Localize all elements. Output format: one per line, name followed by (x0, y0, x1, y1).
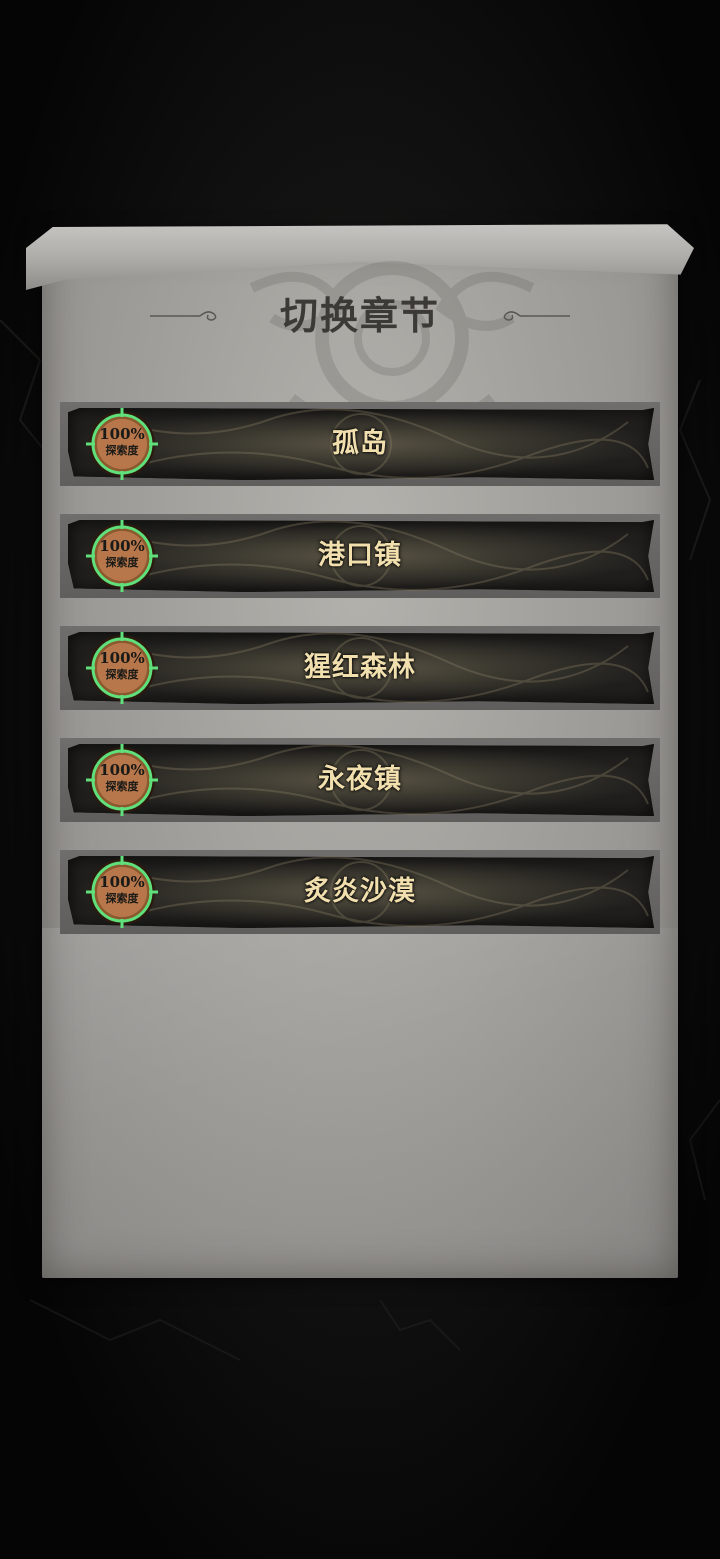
chapter-list: 100% 探索度 孤岛 100% 探索度 港口镇 100% 探索度 猩红森林 1… (60, 400, 660, 940)
exploration-label: 探索度 (105, 780, 139, 793)
chapter-item-2[interactable]: 100% 探索度 港口镇 (60, 514, 660, 598)
chapter-item-4[interactable]: 100% 探索度 永夜镇 (60, 738, 660, 822)
chapter-item-1[interactable]: 100% 探索度 孤岛 (60, 402, 660, 486)
exploration-percent: 100% (99, 761, 145, 779)
chapter-name: 孤岛 (332, 428, 388, 459)
panel-sheen (42, 928, 678, 1278)
exploration-percent: 100% (99, 873, 145, 891)
chapter-name: 永夜镇 (318, 764, 402, 795)
exploration-label: 探索度 (105, 556, 139, 569)
exploration-badge: 100% 探索度 (86, 856, 158, 928)
exploration-label: 探索度 (105, 444, 139, 457)
chapter-item-5[interactable]: 100% 探索度 炙炎沙漠 (60, 850, 660, 934)
exploration-badge: 100% 探索度 (86, 408, 158, 480)
exploration-badge: 100% 探索度 (86, 744, 158, 816)
exploration-badge: 100% 探索度 (86, 632, 158, 704)
exploration-percent: 100% (99, 537, 145, 555)
exploration-label: 探索度 (105, 892, 139, 905)
chapter-name: 猩红森林 (304, 652, 416, 683)
exploration-percent: 100% (99, 425, 145, 443)
exploration-badge: 100% 探索度 (86, 520, 158, 592)
exploration-percent: 100% (99, 649, 145, 667)
dialog-header: 切换章节 (150, 286, 570, 346)
chapter-name: 炙炎沙漠 (304, 876, 416, 907)
chapter-item-3[interactable]: 100% 探索度 猩红森林 (60, 626, 660, 710)
flourish-right-icon (503, 311, 570, 321)
chapter-name: 港口镇 (318, 540, 402, 571)
exploration-label: 探索度 (105, 668, 139, 681)
